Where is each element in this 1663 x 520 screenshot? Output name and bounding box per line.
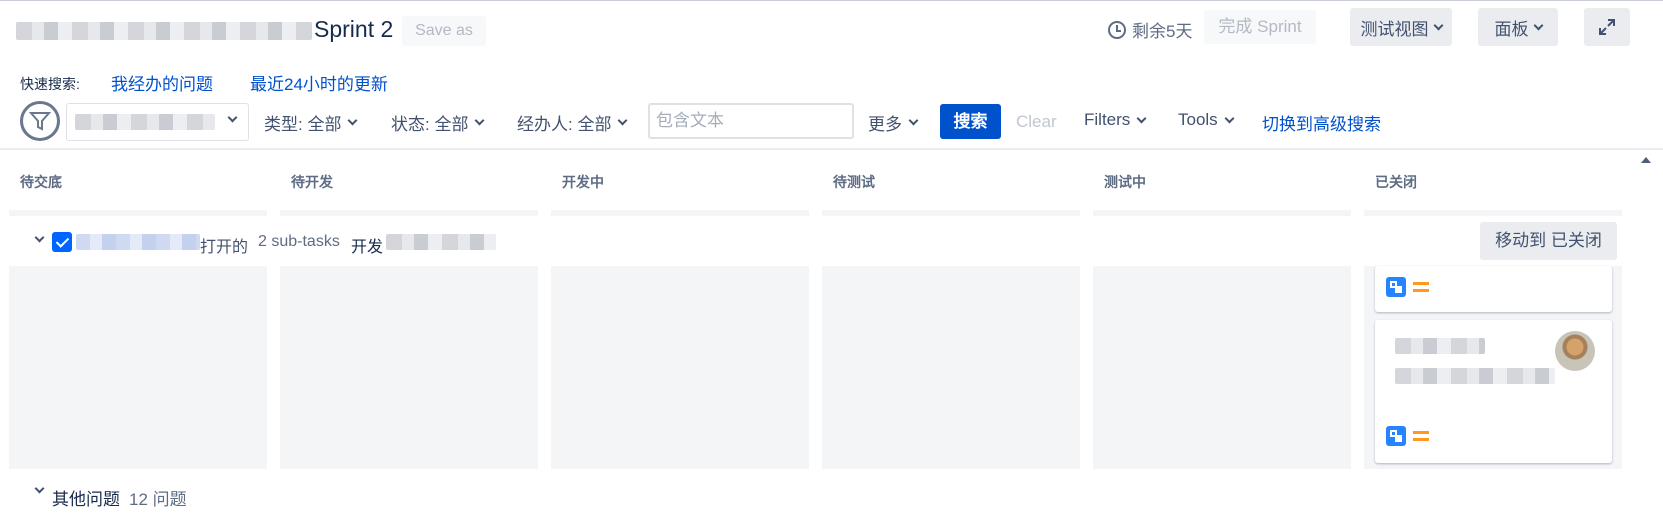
parent-issue-assignee-redacted [386, 234, 496, 250]
expand-icon [1598, 18, 1616, 36]
chevron-down-icon [1533, 20, 1543, 30]
chevron-down-icon [475, 115, 485, 126]
quick-search-label: 快速搜索: [20, 76, 80, 92]
other-issues-label: 其他问题 [52, 490, 120, 509]
column-header-closed: 已关闭 [1375, 174, 1417, 190]
board-cell [822, 266, 1080, 469]
column-header-to-develop: 待开发 [291, 174, 333, 190]
complete-sprint-button[interactable]: 完成 Sprint [1204, 10, 1316, 44]
parent-issue-assignee-prefix: 开发 [351, 239, 384, 256]
chevron-down-icon [618, 115, 628, 126]
board-dropdown-button[interactable]: 面板 [1478, 8, 1558, 46]
project-select[interactable] [66, 103, 249, 141]
toolbar-divider [0, 148, 1663, 150]
project-name-redacted [75, 114, 215, 130]
chevron-down-icon [908, 115, 919, 126]
column-header-to-test: 待测试 [833, 174, 875, 190]
board-cell [551, 266, 809, 469]
chevron-down-icon [1224, 113, 1235, 123]
parent-issue-status: 打开的 [200, 239, 249, 256]
chevron-down-icon [1136, 113, 1147, 123]
swimlane-checkbox[interactable] [52, 232, 72, 252]
quick-search-my-issues[interactable]: 我经办的问题 [111, 70, 213, 95]
clear-button[interactable]: Clear [1016, 112, 1057, 132]
more-filters-dropdown[interactable]: 更多 [868, 110, 919, 135]
chevron-down-icon [1433, 20, 1443, 30]
clock-icon [1108, 20, 1126, 39]
column-bar [280, 210, 538, 216]
column-bar [1364, 210, 1622, 216]
subtask-count: 2 sub-tasks [258, 233, 340, 250]
swimlane-collapse-icon[interactable] [34, 232, 45, 243]
priority-medium-icon [1413, 431, 1429, 441]
filters-dropdown[interactable]: Filters [1084, 110, 1147, 130]
scroll-up-arrow-icon[interactable] [1641, 157, 1651, 163]
issue-summary-redacted [1395, 368, 1555, 384]
board-cell [280, 266, 538, 469]
board-cell [9, 266, 267, 469]
view-dropdown-button[interactable]: 测试视图 [1350, 8, 1452, 46]
sprint-remaining: 剩余5天 [1108, 17, 1192, 42]
filter-icon[interactable] [20, 101, 60, 141]
column-header-testing: 测试中 [1104, 174, 1146, 190]
view-dropdown-label: 测试视图 [1360, 19, 1429, 39]
story-icon [1386, 426, 1406, 446]
assignee-avatar[interactable] [1555, 331, 1595, 371]
breadcrumb-redacted [16, 22, 312, 40]
fullscreen-button[interactable] [1584, 8, 1630, 46]
remaining-days-label: 剩余5天 [1132, 22, 1193, 41]
status-filter-label: 状态: 全部 [391, 115, 469, 134]
funnel-icon [29, 112, 51, 131]
tools-dropdown[interactable]: Tools [1178, 110, 1235, 130]
issue-card[interactable] [1375, 266, 1612, 312]
issue-summary-redacted [1395, 338, 1485, 354]
contains-text-input[interactable] [648, 103, 854, 139]
quick-search-recent-updates[interactable]: 最近24小时的更新 [250, 70, 388, 95]
type-filter-dropdown[interactable]: 类型: 全部 [264, 110, 358, 135]
advanced-search-link[interactable]: 切换到高级搜索 [1262, 110, 1381, 135]
column-bar [9, 210, 267, 216]
board-cell [1093, 266, 1351, 469]
column-bar [551, 210, 809, 216]
status-filter-dropdown[interactable]: 状态: 全部 [391, 110, 485, 135]
story-icon [1386, 277, 1406, 297]
column-bar [1093, 210, 1351, 216]
move-to-closed-button[interactable]: 移动到 已关闭 [1480, 222, 1617, 260]
chevron-down-icon [348, 115, 358, 126]
type-filter-label: 类型: 全部 [264, 115, 342, 134]
parent-issue-redacted [76, 234, 200, 250]
other-issues-count: 12 问题 [129, 490, 187, 509]
search-button[interactable]: 搜索 [940, 104, 1001, 139]
column-header-to-handover: 待交底 [20, 174, 62, 190]
assignee-filter-label: 经办人: 全部 [517, 115, 612, 134]
column-bar [822, 210, 1080, 216]
priority-medium-icon [1413, 282, 1429, 292]
board-dropdown-label: 面板 [1494, 19, 1529, 39]
filters-dropdown-label: Filters [1084, 110, 1131, 129]
chevron-down-icon [227, 112, 238, 123]
assignee-filter-dropdown[interactable]: 经办人: 全部 [517, 110, 628, 135]
tools-dropdown-label: Tools [1178, 110, 1218, 129]
save-as-button[interactable]: Save as [402, 16, 486, 46]
window-top-border [0, 0, 1663, 4]
sprint-title: Sprint 2 [314, 16, 394, 42]
more-filters-label: 更多 [868, 115, 902, 134]
column-header-in-development: 开发中 [562, 174, 604, 190]
other-issues-collapse-icon[interactable] [34, 483, 45, 494]
